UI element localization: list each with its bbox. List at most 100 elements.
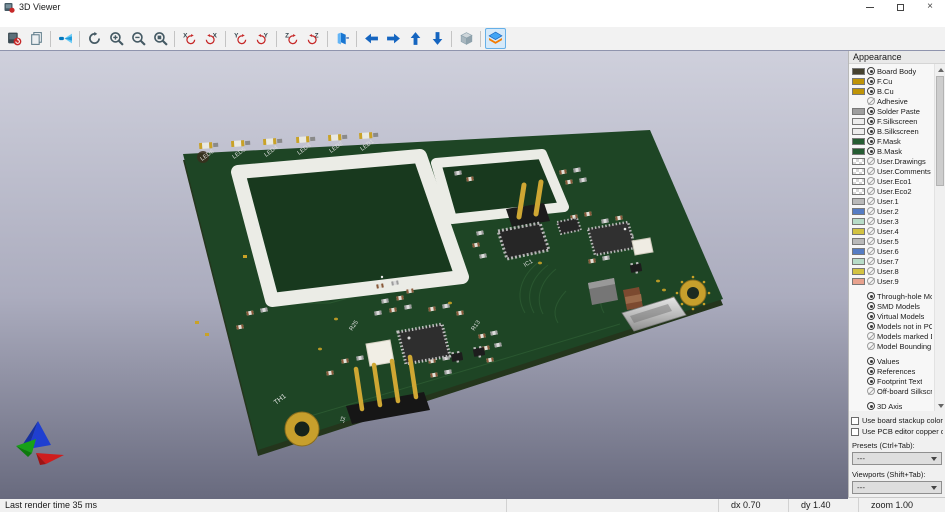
layer-row[interactable]: User.9 — [852, 276, 932, 286]
reload-board-button[interactable] — [4, 28, 25, 49]
layer-color-swatch[interactable] — [852, 128, 865, 135]
visibility-eye-icon[interactable] — [867, 67, 875, 75]
layer-color-swatch[interactable] — [852, 178, 865, 185]
layer-color-swatch[interactable] — [852, 198, 865, 205]
visibility-eye-icon[interactable] — [867, 217, 875, 225]
visibility-eye-icon[interactable] — [867, 97, 875, 105]
layer-color-swatch[interactable] — [852, 68, 865, 75]
layer-list-scrollbar[interactable] — [934, 64, 945, 411]
visibility-eye-icon[interactable] — [867, 342, 875, 350]
visibility-eye-icon[interactable] — [867, 257, 875, 265]
layer-row[interactable]: User.4 — [852, 226, 932, 236]
layer-row[interactable]: F.Mask — [852, 136, 932, 146]
visibility-eye-icon[interactable] — [867, 277, 875, 285]
layer-row[interactable]: SMD Models — [852, 301, 932, 311]
close-button[interactable]: × — [915, 0, 945, 14]
zoom-in-button[interactable] — [106, 28, 127, 49]
visibility-eye-icon[interactable] — [867, 127, 875, 135]
layer-row[interactable]: References — [852, 366, 932, 376]
3d-scene[interactable]: LED6 LED5 LED4 LED3 LED2 LED1 — [0, 51, 848, 499]
rotate-x-cw-button[interactable]: X — [179, 28, 200, 49]
visibility-eye-icon[interactable] — [867, 137, 875, 145]
layer-color-swatch[interactable] — [852, 108, 865, 115]
layer-color-swatch[interactable] — [852, 138, 865, 145]
layer-color-swatch[interactable] — [852, 208, 865, 215]
layer-color-swatch[interactable] — [852, 258, 865, 265]
checkbox-box[interactable] — [851, 428, 859, 436]
visibility-eye-icon[interactable] — [867, 77, 875, 85]
layer-color-swatch[interactable] — [852, 158, 865, 165]
layer-row[interactable]: Footprint Text — [852, 376, 932, 386]
visibility-eye-icon[interactable] — [867, 167, 875, 175]
visibility-eye-icon[interactable] — [867, 207, 875, 215]
visibility-eye-icon[interactable] — [867, 367, 875, 375]
layer-color-swatch[interactable] — [852, 148, 865, 155]
visibility-eye-icon[interactable] — [867, 377, 875, 385]
layer-row[interactable]: Off-board Silkscree — [852, 386, 932, 396]
copy-image-button[interactable] — [26, 28, 47, 49]
layer-row[interactable]: User.2 — [852, 206, 932, 216]
appearance-toggle-button[interactable] — [485, 28, 506, 49]
layer-color-swatch[interactable] — [852, 238, 865, 245]
layer-color-swatch[interactable] — [852, 188, 865, 195]
layer-row[interactable]: B.Silkscreen — [852, 126, 932, 136]
visibility-eye-icon[interactable] — [867, 177, 875, 185]
layer-color-swatch[interactable] — [852, 78, 865, 85]
minimize-button[interactable] — [855, 0, 885, 14]
layer-row[interactable]: B.Cu — [852, 86, 932, 96]
layer-row[interactable]: User.3 — [852, 216, 932, 226]
layer-row[interactable]: User.Eco1 — [852, 176, 932, 186]
scroll-down-arrow-icon[interactable] — [935, 400, 945, 411]
layer-row[interactable]: Virtual Models — [852, 311, 932, 321]
visibility-eye-icon[interactable] — [867, 292, 875, 300]
visibility-eye-icon[interactable] — [867, 87, 875, 95]
scrollbar-thumb[interactable] — [936, 76, 944, 186]
visibility-eye-icon[interactable] — [867, 117, 875, 125]
checkbox-box[interactable] — [851, 417, 859, 425]
visibility-eye-icon[interactable] — [867, 147, 875, 155]
move-down-button[interactable] — [427, 28, 448, 49]
layer-row[interactable]: Model Bounding Bo — [852, 341, 932, 351]
layer-row[interactable]: User.5 — [852, 236, 932, 246]
visibility-eye-icon[interactable] — [867, 322, 875, 330]
scroll-up-arrow-icon[interactable] — [935, 64, 945, 75]
layer-row[interactable]: Adhesive — [852, 96, 932, 106]
move-up-button[interactable] — [405, 28, 426, 49]
layer-row[interactable]: Models not in POS — [852, 321, 932, 331]
layer-row[interactable]: User.8 — [852, 266, 932, 276]
zoom-fit-button[interactable] — [150, 28, 171, 49]
visibility-eye-icon[interactable] — [867, 402, 875, 410]
layer-color-swatch[interactable] — [852, 218, 865, 225]
layer-row[interactable]: Values — [852, 356, 932, 366]
move-left-button[interactable] — [361, 28, 382, 49]
rotate-x-ccw-button[interactable]: X — [201, 28, 222, 49]
checkbox-option[interactable]: Use PCB editor copper colo — [851, 427, 943, 436]
rotate-z-cw-button[interactable]: Z — [281, 28, 302, 49]
layer-color-swatch[interactable] — [852, 248, 865, 255]
layer-row[interactable]: User.Eco2 — [852, 186, 932, 196]
layer-row[interactable]: User.6 — [852, 246, 932, 256]
maximize-button[interactable] — [885, 0, 915, 14]
visibility-eye-icon[interactable] — [867, 237, 875, 245]
rotate-y-cw-button[interactable]: Y — [230, 28, 251, 49]
layer-color-swatch[interactable] — [852, 88, 865, 95]
layer-color-swatch[interactable] — [852, 168, 865, 175]
visibility-eye-icon[interactable] — [867, 227, 875, 235]
raytracing-button[interactable] — [55, 28, 76, 49]
layer-row[interactable]: Models marked DN — [852, 331, 932, 341]
move-right-button[interactable] — [383, 28, 404, 49]
layer-color-swatch[interactable] — [852, 228, 865, 235]
layer-row[interactable]: Solder Paste — [852, 106, 932, 116]
visibility-eye-icon[interactable] — [867, 157, 875, 165]
layer-row[interactable]: User.Drawings — [852, 156, 932, 166]
layer-row[interactable]: F.Silkscreen — [852, 116, 932, 126]
layer-row[interactable]: B.Mask — [852, 146, 932, 156]
layer-row[interactable]: User.7 — [852, 256, 932, 266]
visibility-eye-icon[interactable] — [867, 247, 875, 255]
layer-row[interactable]: F.Cu — [852, 76, 932, 86]
layer-color-swatch[interactable] — [852, 118, 865, 125]
layer-row[interactable]: Through-hole Mod — [852, 291, 932, 301]
rotate-z-ccw-button[interactable]: Z — [303, 28, 324, 49]
visibility-eye-icon[interactable] — [867, 302, 875, 310]
layer-color-swatch[interactable] — [852, 278, 865, 285]
